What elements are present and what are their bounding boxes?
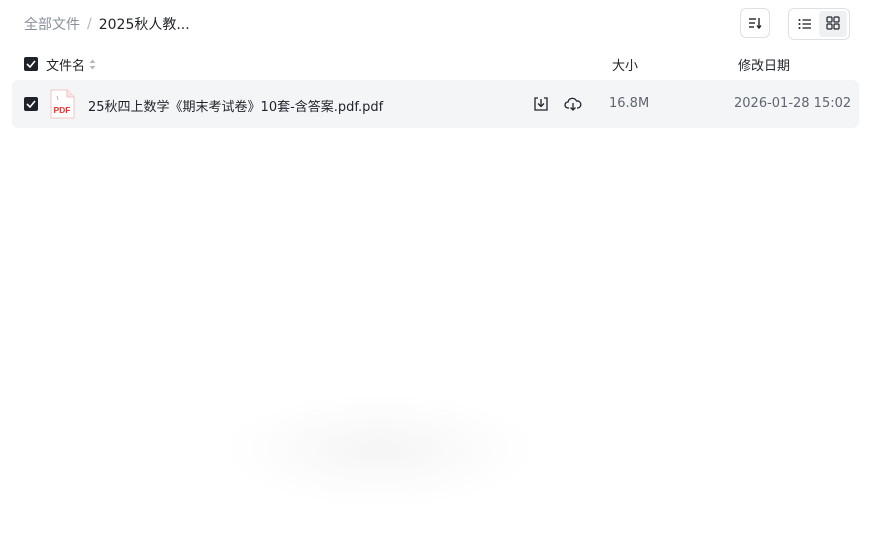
file-browser-page: 全部文件 / 2025秋人教... 文件名 大小 修改日期 PDF 25秋四上数… (0, 0, 874, 538)
breadcrumb-separator: / (87, 16, 92, 32)
column-header-name[interactable]: 文件名 (46, 55, 96, 74)
grid-view-button[interactable] (819, 11, 847, 37)
file-size: 16.8M (609, 96, 650, 111)
breadcrumb: 全部文件 / 2025秋人教... (24, 14, 190, 34)
breadcrumb-root-link[interactable]: 全部文件 (24, 14, 80, 34)
breadcrumb-current-folder: 2025秋人教... (98, 17, 190, 33)
pdf-file-icon-label: PDF (54, 105, 71, 115)
column-header-name-label: 文件名 (46, 59, 86, 74)
table-header: 文件名 大小 修改日期 (0, 52, 874, 76)
view-toggle (788, 8, 850, 40)
download-icon[interactable] (533, 96, 549, 112)
cloud-save-icon[interactable] (564, 95, 582, 113)
sort-caret-icon (89, 59, 96, 70)
checkmark-icon (26, 97, 36, 112)
background-shadow-decoration (230, 395, 530, 505)
column-header-size: 大小 (612, 59, 639, 74)
table-row[interactable]: PDF 25秋四上数学《期末考试卷》10套-含答案.pdf.pdf 16.8M … (12, 80, 859, 128)
pdf-file-icon: PDF (49, 89, 75, 119)
sort-button[interactable] (740, 8, 770, 38)
file-modified-date: 2026-01-28 15:02 (734, 96, 852, 111)
grid-view-icon (826, 15, 840, 34)
list-view-icon (798, 15, 812, 34)
file-name[interactable]: 25秋四上数学《期末考试卷》10套-含答案.pdf.pdf (88, 96, 383, 115)
row-checkbox[interactable] (24, 97, 38, 111)
sort-icon (748, 14, 762, 33)
column-header-modified: 修改日期 (738, 59, 791, 74)
select-all-checkbox[interactable] (24, 57, 38, 71)
checkmark-icon (26, 57, 36, 72)
list-view-button[interactable] (791, 11, 819, 37)
